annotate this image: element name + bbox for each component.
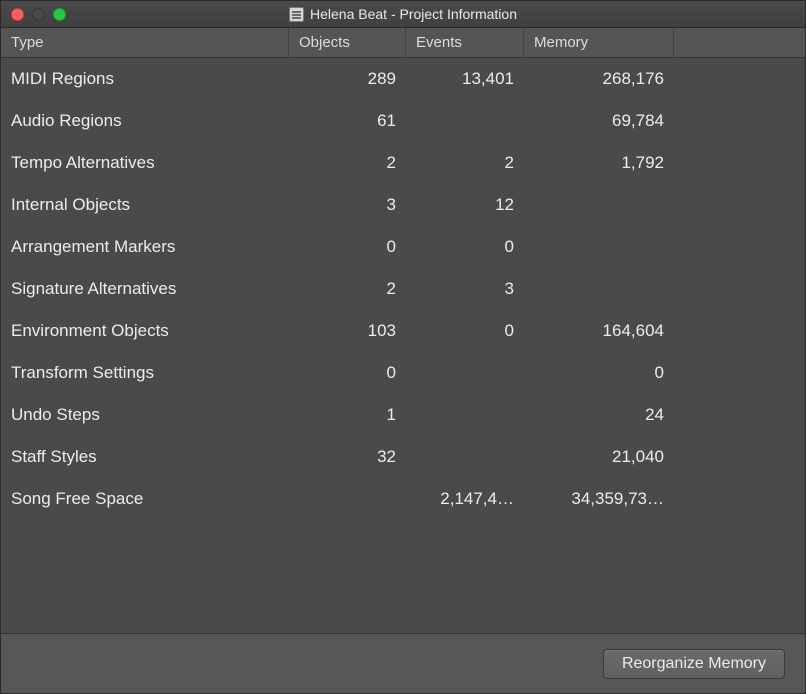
minimize-button[interactable]: [32, 8, 45, 21]
table-row[interactable]: Transform Settings00: [1, 352, 805, 394]
cell-events: [406, 436, 524, 478]
cell-objects: 2: [289, 268, 406, 310]
table-row[interactable]: Tempo Alternatives221,792: [1, 142, 805, 184]
table-row[interactable]: Song Free Space 2,147,4…34,359,73…: [1, 478, 805, 520]
cell-memory: [524, 268, 674, 310]
cell-objects: 0: [289, 226, 406, 268]
cell-memory: 21,040: [524, 436, 674, 478]
zoom-button[interactable]: [53, 8, 66, 21]
cell-events: 12: [406, 184, 524, 226]
cell-events: 2,147,4…: [406, 478, 524, 520]
column-header-objects[interactable]: Objects: [289, 28, 406, 57]
cell-memory: 24: [524, 394, 674, 436]
cell-objects: 61: [289, 100, 406, 142]
cell-type: Signature Alternatives: [1, 268, 289, 310]
cell-objects: 0: [289, 352, 406, 394]
cell-events: 0: [406, 310, 524, 352]
cell-memory: 34,359,73…: [524, 478, 674, 520]
table-row[interactable]: MIDI Regions28913,401268,176: [1, 58, 805, 100]
cell-events: 13,401: [406, 58, 524, 100]
cell-type: MIDI Regions: [1, 58, 289, 100]
table-row[interactable]: Signature Alternatives23: [1, 268, 805, 310]
cell-memory: [524, 184, 674, 226]
cell-type: Internal Objects: [1, 184, 289, 226]
titlebar[interactable]: Helena Beat - Project Information: [1, 1, 805, 28]
cell-memory: 69,784: [524, 100, 674, 142]
cell-memory: 0: [524, 352, 674, 394]
column-header-extra: [674, 28, 805, 57]
cell-events: 2: [406, 142, 524, 184]
cell-objects: 3: [289, 184, 406, 226]
table-body: MIDI Regions28913,401268,176Audio Region…: [1, 58, 805, 633]
table-row[interactable]: Audio Regions61 69,784: [1, 100, 805, 142]
cell-memory: 268,176: [524, 58, 674, 100]
cell-type: Undo Steps: [1, 394, 289, 436]
column-header-events[interactable]: Events: [406, 28, 524, 57]
table-row[interactable]: Environment Objects1030164,604: [1, 310, 805, 352]
cell-type: Audio Regions: [1, 100, 289, 142]
cell-memory: [524, 226, 674, 268]
cell-type: Tempo Alternatives: [1, 142, 289, 184]
table-row[interactable]: Staff Styles32 21,040: [1, 436, 805, 478]
project-icon: [289, 7, 304, 22]
traffic-lights: [11, 8, 66, 21]
cell-type: Song Free Space: [1, 478, 289, 520]
table-row[interactable]: Internal Objects312: [1, 184, 805, 226]
table-row[interactable]: Arrangement Markers00: [1, 226, 805, 268]
cell-events: [406, 394, 524, 436]
window-title: Helena Beat - Project Information: [310, 6, 517, 22]
cell-memory: 164,604: [524, 310, 674, 352]
cell-type: Transform Settings: [1, 352, 289, 394]
cell-objects: 2: [289, 142, 406, 184]
footer-bar: Reorganize Memory: [1, 633, 805, 693]
project-information-window: Helena Beat - Project Information Type O…: [0, 0, 806, 694]
cell-objects: 289: [289, 58, 406, 100]
cell-type: Environment Objects: [1, 310, 289, 352]
cell-events: 3: [406, 268, 524, 310]
window-title-wrap: Helena Beat - Project Information: [1, 6, 805, 22]
cell-events: [406, 100, 524, 142]
cell-memory: 1,792: [524, 142, 674, 184]
cell-objects: 1: [289, 394, 406, 436]
column-header-memory[interactable]: Memory: [524, 28, 674, 57]
cell-objects: 32: [289, 436, 406, 478]
cell-type: Arrangement Markers: [1, 226, 289, 268]
cell-type: Staff Styles: [1, 436, 289, 478]
table-row[interactable]: Undo Steps1 24: [1, 394, 805, 436]
cell-events: [406, 352, 524, 394]
column-header-type[interactable]: Type: [1, 28, 289, 57]
close-button[interactable]: [11, 8, 24, 21]
column-header-row: Type Objects Events Memory: [1, 28, 805, 58]
cell-objects: [289, 478, 406, 520]
cell-events: 0: [406, 226, 524, 268]
reorganize-memory-button[interactable]: Reorganize Memory: [603, 649, 785, 679]
cell-objects: 103: [289, 310, 406, 352]
